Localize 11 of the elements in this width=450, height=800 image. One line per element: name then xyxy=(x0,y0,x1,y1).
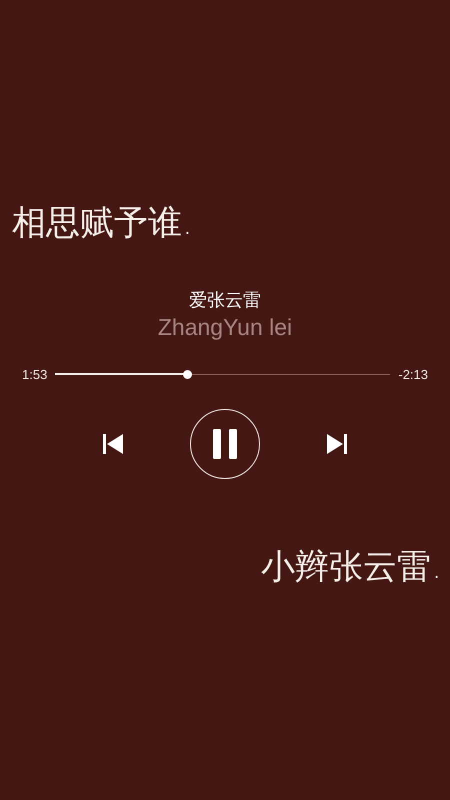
artist-name: ZhangYun lei xyxy=(158,314,292,341)
elapsed-time: 1:53 xyxy=(22,366,48,382)
lyric-text: 小辫张云雷. xyxy=(261,546,442,588)
next-icon[interactable] xyxy=(326,432,348,455)
slider-thumb[interactable] xyxy=(183,370,192,379)
play-pause-button[interactable] xyxy=(190,408,260,479)
song-title: 爱张云雷 xyxy=(189,288,261,312)
lyric-text: 相思赋予谁. xyxy=(12,203,193,244)
pause-icon xyxy=(211,428,239,459)
previous-icon[interactable] xyxy=(102,432,124,455)
remaining-time: -2:13 xyxy=(398,366,428,382)
